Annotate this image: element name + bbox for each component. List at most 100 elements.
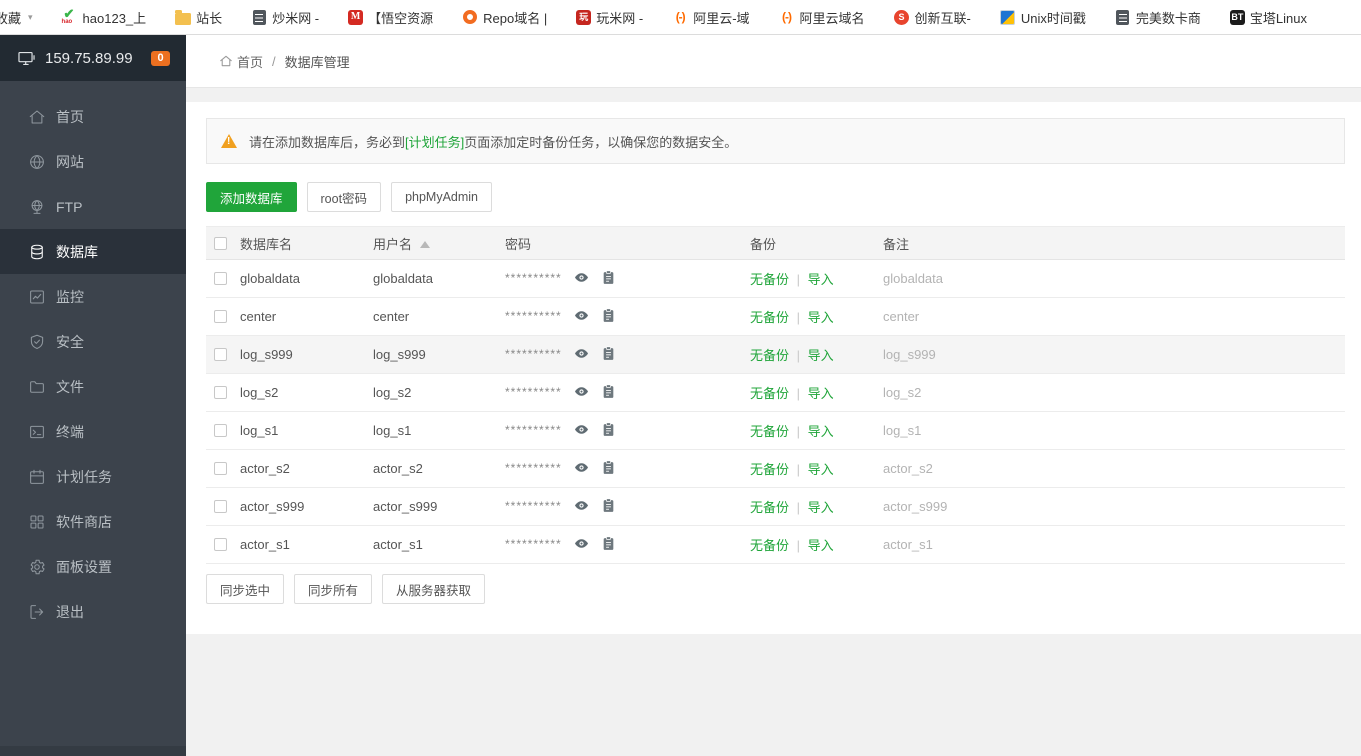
import-link[interactable]: 导入: [808, 272, 834, 287]
bookmark-item[interactable]: 收藏▾: [0, 8, 33, 27]
copy-password-clipboard-icon[interactable]: [602, 387, 615, 402]
bookmark-item[interactable]: 完美数卡商: [1115, 8, 1201, 27]
show-password-eye-icon[interactable]: [574, 273, 593, 288]
sidebar-server-header[interactable]: 159.75.89.99 0: [0, 35, 186, 81]
no-backup-link[interactable]: 无备份: [750, 310, 789, 325]
breadcrumb-home-link[interactable]: 首页: [219, 52, 263, 71]
show-password-eye-icon[interactable]: [574, 311, 593, 326]
header-username-label[interactable]: 用户名: [373, 237, 412, 252]
no-backup-link[interactable]: 无备份: [750, 386, 789, 401]
bookmark-item[interactable]: ✔haohao123_上: [62, 8, 147, 27]
bookmark-item[interactable]: 站长: [175, 8, 222, 27]
no-backup-link[interactable]: 无备份: [750, 424, 789, 439]
select-all-checkbox[interactable]: [214, 237, 227, 250]
bookmark-label[interactable]: 玩米网 -: [596, 8, 643, 27]
copy-password-clipboard-icon[interactable]: [602, 425, 615, 440]
note-text: actor_s2: [883, 461, 933, 476]
no-backup-link[interactable]: 无备份: [750, 538, 789, 553]
sidebar-item-退出[interactable]: 退出: [0, 589, 186, 634]
row-checkbox[interactable]: [214, 348, 227, 361]
bookmark-item[interactable]: (-)阿里云域名: [779, 8, 865, 27]
gear-icon: [28, 558, 46, 576]
show-password-eye-icon[interactable]: [574, 387, 593, 402]
bookmark-label[interactable]: 创新互联-: [915, 8, 971, 27]
bookmark-label[interactable]: 站长: [196, 8, 222, 27]
sidebar-item-首页[interactable]: 首页: [0, 94, 186, 139]
sidebar-item-安全[interactable]: 安全: [0, 319, 186, 364]
copy-password-clipboard-icon[interactable]: [602, 539, 615, 554]
row-checkbox[interactable]: [214, 310, 227, 323]
import-link[interactable]: 导入: [808, 348, 834, 363]
bookmark-label[interactable]: 阿里云域名: [800, 8, 865, 27]
sidebar-item-文件[interactable]: 文件: [0, 364, 186, 409]
import-link[interactable]: 导入: [808, 500, 834, 515]
sort-ascending-icon[interactable]: [420, 241, 430, 248]
sidebar-item-面板设置[interactable]: 面板设置: [0, 544, 186, 589]
sidebar-item-软件商店[interactable]: 软件商店: [0, 499, 186, 544]
bookmark-label[interactable]: 收藏: [0, 8, 21, 27]
show-password-eye-icon[interactable]: [574, 425, 593, 440]
sidebar-item-FTP[interactable]: FTP: [0, 184, 186, 229]
copy-password-clipboard-icon[interactable]: [602, 311, 615, 326]
backup-divider: |: [793, 310, 804, 325]
import-link[interactable]: 导入: [808, 538, 834, 553]
sidebar-item-label: 软件商店: [56, 512, 112, 532]
row-checkbox[interactable]: [214, 538, 227, 551]
bookmark-item[interactable]: Unix时间戳: [1000, 8, 1086, 27]
row-checkbox[interactable]: [214, 424, 227, 437]
copy-password-clipboard-icon[interactable]: [602, 501, 615, 516]
fetch-from-server-button[interactable]: 从服务器获取: [382, 574, 485, 604]
row-checkbox[interactable]: [214, 462, 227, 475]
bookmark-item[interactable]: BT宝塔Linux: [1230, 8, 1307, 27]
bookmark-label[interactable]: 完美数卡商: [1136, 8, 1201, 27]
show-password-eye-icon[interactable]: [574, 539, 593, 554]
root-password-button[interactable]: root密码: [307, 182, 382, 212]
bookmark-label[interactable]: 炒米网 -: [272, 8, 319, 27]
row-checkbox[interactable]: [214, 500, 227, 513]
sidebar-item-监控[interactable]: 监控: [0, 274, 186, 319]
table-row: log_s999 log_s999 ********** 无备份 | 导入 lo…: [206, 336, 1345, 374]
row-checkbox[interactable]: [214, 386, 227, 399]
bookmark-item[interactable]: Repo域名 |: [462, 8, 547, 27]
import-link[interactable]: 导入: [808, 310, 834, 325]
sidebar-item-计划任务[interactable]: 计划任务: [0, 454, 186, 499]
cron-tasks-link[interactable]: [计划任务]: [405, 135, 464, 150]
breadcrumb-home-label[interactable]: 首页: [237, 52, 263, 71]
bookmark-label[interactable]: hao123_上: [83, 8, 147, 27]
sidebar-item-网站[interactable]: 网站: [0, 139, 186, 184]
no-backup-link[interactable]: 无备份: [750, 462, 789, 477]
show-password-eye-icon[interactable]: [574, 501, 593, 516]
import-link[interactable]: 导入: [808, 386, 834, 401]
add-database-button[interactable]: 添加数据库: [206, 182, 297, 212]
bookmark-item[interactable]: 玩玩米网 -: [576, 8, 643, 27]
bookmark-item[interactable]: 炒米网 -: [251, 8, 319, 27]
no-backup-link[interactable]: 无备份: [750, 348, 789, 363]
copy-password-clipboard-icon[interactable]: [602, 349, 615, 364]
sidebar-item-终端[interactable]: 终端: [0, 409, 186, 454]
row-checkbox[interactable]: [214, 272, 227, 285]
copy-password-clipboard-icon[interactable]: [602, 273, 615, 288]
header-username[interactable]: 用户名: [373, 227, 505, 260]
no-backup-link[interactable]: 无备份: [750, 500, 789, 515]
show-password-eye-icon[interactable]: [574, 463, 593, 478]
bookmark-item[interactable]: S创新互联-: [894, 8, 971, 27]
copy-password-clipboard-icon[interactable]: [602, 463, 615, 478]
show-password-eye-icon[interactable]: [574, 349, 593, 364]
bookmark-label[interactable]: Repo域名 |: [483, 8, 547, 27]
bookmark-label[interactable]: 阿里云-域: [693, 8, 749, 27]
bookmark-label[interactable]: 【悟空资源: [368, 8, 433, 27]
sidebar-item-数据库[interactable]: 数据库: [0, 229, 186, 274]
bookmark-label[interactable]: 宝塔Linux: [1250, 8, 1307, 27]
bookmark-label[interactable]: Unix时间戳: [1021, 8, 1086, 27]
phpmyadmin-button[interactable]: phpMyAdmin: [391, 182, 492, 212]
import-link[interactable]: 导入: [808, 424, 834, 439]
message-count-badge[interactable]: 0: [151, 51, 170, 66]
no-backup-link[interactable]: 无备份: [750, 272, 789, 287]
import-link[interactable]: 导入: [808, 462, 834, 477]
bookmark-item[interactable]: (-)阿里云-域: [672, 8, 749, 27]
username-cell: actor_s2: [373, 450, 505, 488]
sync-selected-button[interactable]: 同步选中: [206, 574, 284, 604]
sync-all-button[interactable]: 同步所有: [294, 574, 372, 604]
table-row: log_s2 log_s2 ********** 无备份 | 导入 log_s2: [206, 374, 1345, 412]
bookmark-item[interactable]: M【悟空资源: [348, 8, 433, 27]
